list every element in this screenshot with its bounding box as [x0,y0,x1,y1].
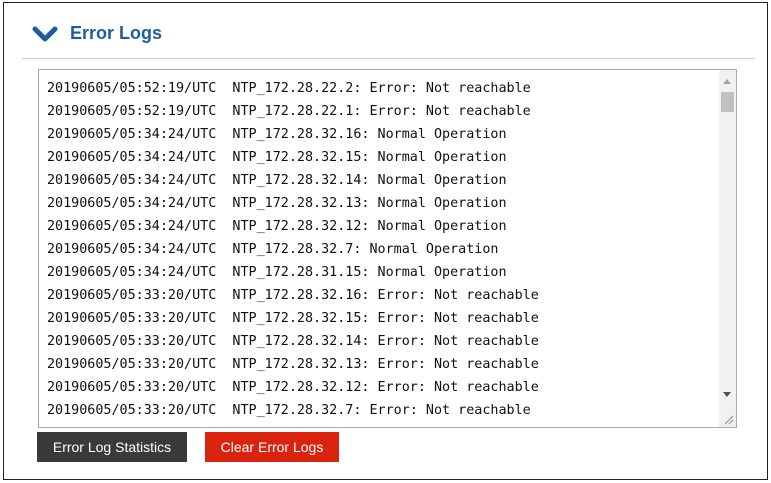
scroll-down-arrow-icon[interactable] [723,392,731,397]
log-entry: 20190605/05:34:24/UTC NTP_172.28.32.13: … [47,196,507,211]
log-entry: 20190605/05:34:24/UTC NTP_172.28.32.7: N… [47,242,499,257]
log-entry: 20190605/05:34:24/UTC NTP_172.28.32.14: … [47,173,507,188]
log-list: 20190605/05:52:19/UTC NTP_172.28.22.2: E… [47,77,539,422]
log-entry: 20190605/05:33:20/UTC NTP_172.28.32.7: E… [47,403,531,418]
log-entry: 20190605/05:34:24/UTC NTP_172.28.32.15: … [47,150,507,165]
error-log-statistics-button[interactable]: Error Log Statistics [37,432,187,462]
vertical-scrollbar[interactable] [719,70,736,427]
log-entry: 20190605/05:33:20/UTC NTP_172.28.32.12: … [47,380,539,395]
log-entry: 20190605/05:33:20/UTC NTP_172.28.32.15: … [47,311,539,326]
resize-grip-icon[interactable] [722,413,734,425]
section-title: Error Logs [70,23,163,43]
log-entry: 20190605/05:52:19/UTC NTP_172.28.22.2: E… [47,81,531,96]
log-entry: 20190605/05:52:19/UTC NTP_172.28.22.1: E… [47,104,531,119]
log-entry: 20190605/05:33:20/UTC NTP_172.28.32.13: … [47,357,539,372]
log-entry: 20190605/05:33:20/UTC NTP_172.28.32.14: … [47,334,539,349]
section-header[interactable]: Error Logs [4,3,767,61]
log-entry: 20190605/05:34:24/UTC NTP_172.28.32.16: … [47,127,507,142]
chevron-down-icon[interactable] [32,25,58,45]
log-entry: 20190605/05:34:24/UTC NTP_172.28.31.15: … [47,265,507,280]
scroll-thumb[interactable] [721,92,734,112]
clear-error-logs-button[interactable]: Clear Error Logs [205,432,339,462]
log-entry: 20190605/05:33:20/UTC NTP_172.28.32.16: … [47,288,539,303]
log-entry: 20190605/05:34:24/UTC NTP_172.28.32.12: … [47,219,507,234]
divider [22,58,755,59]
scroll-up-arrow-icon[interactable] [723,79,731,84]
error-log-textarea[interactable]: 20190605/05:52:19/UTC NTP_172.28.22.2: E… [38,69,737,428]
